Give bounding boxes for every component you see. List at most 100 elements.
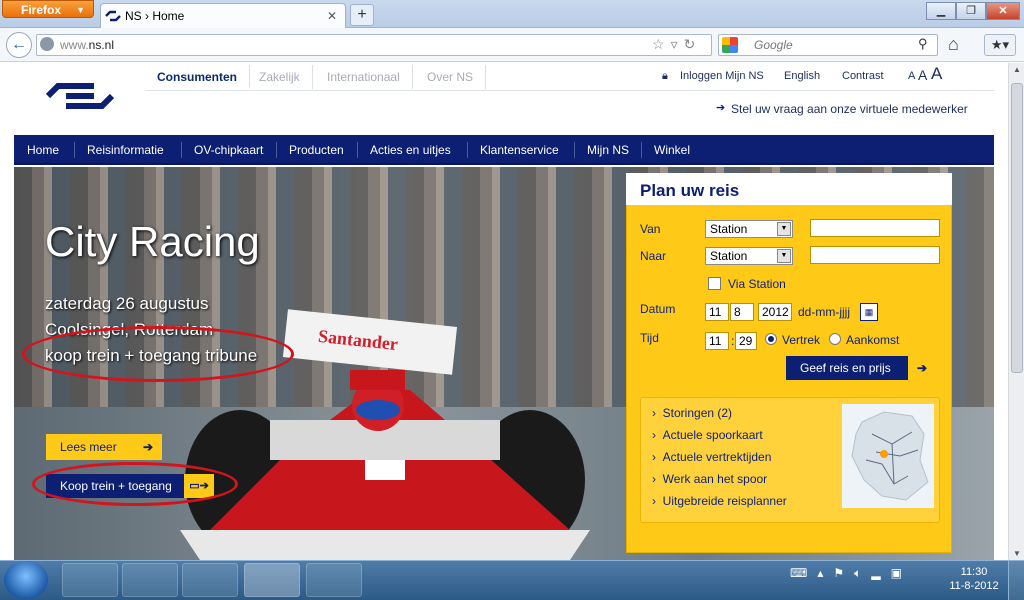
url-text[interactable]: www.ns.nl (60, 38, 114, 52)
to-type-value: Station (710, 249, 748, 263)
from-station-input[interactable] (810, 219, 940, 237)
link-vertrektijden[interactable]: › Actuele vertrektijden (652, 450, 771, 464)
depart-radio[interactable] (765, 333, 777, 345)
assistant-link[interactable]: Stel uw vraag aan onze virtuele medewerk… (731, 102, 968, 116)
search-placeholder: Google (754, 38, 793, 52)
search-icon[interactable]: ⚲ (918, 36, 928, 52)
tab-zakelijk[interactable]: Zakelijk (247, 65, 313, 89)
star-icon[interactable]: ☆ (652, 36, 671, 52)
arrive-radio[interactable] (829, 333, 841, 345)
close-window-button[interactable]: ✕ (986, 2, 1020, 20)
tab-internationaal[interactable]: Internationaal (315, 65, 413, 89)
nav-winkel[interactable]: Winkel (654, 143, 690, 157)
hour-input[interactable]: 11 (705, 332, 729, 350)
chevron-right-icon: › (652, 406, 663, 420)
from-type-value: Station (710, 222, 748, 236)
to-type-select[interactable]: Station ▼ (705, 247, 793, 265)
taskbar-clock[interactable]: 11:30 11-8-2012 (944, 565, 1004, 593)
reload-icon[interactable]: ↻ (684, 36, 702, 52)
login-link[interactable]: Inloggen Mijn NS (680, 70, 764, 82)
search-input[interactable] (718, 34, 938, 56)
planner-title: Plan uw reis (640, 181, 740, 200)
font-size-small[interactable]: A (908, 70, 915, 82)
volume-icon[interactable]: 🔈︎ (854, 566, 871, 580)
nav-home[interactable]: Home (27, 143, 59, 157)
chevron-right-icon: › (652, 472, 663, 486)
firefox-menu-label: Firefox (21, 3, 62, 17)
contrast-link[interactable]: Contrast (842, 70, 884, 82)
keyboard-icon[interactable]: ⌨ (790, 566, 817, 580)
nav-acties-en-uitjes[interactable]: Acties en uitjes (370, 143, 451, 157)
minute-input[interactable]: 29 (735, 332, 757, 350)
tab-divider (145, 90, 995, 91)
chevron-up-icon[interactable]: ▴ (817, 566, 833, 580)
chevron-down-icon: ▼ (76, 5, 85, 15)
plan-journey-button[interactable]: Geef reis en prijs ➔ (786, 356, 936, 380)
paint-taskbar-icon[interactable] (182, 563, 238, 597)
from-type-select[interactable]: Station ▼ (705, 220, 793, 238)
maximize-button[interactable]: ❐ (956, 2, 986, 20)
minimize-button[interactable]: ▁ (926, 2, 956, 20)
read-more-button[interactable]: Lees meer ➔ (46, 434, 162, 460)
firefox-taskbar-icon[interactable] (244, 563, 300, 597)
day-input[interactable]: 11 (705, 303, 729, 321)
font-size-medium[interactable]: A (918, 67, 927, 83)
nav-separator (276, 142, 277, 158)
scroll-up-icon[interactable]: ▲ (1013, 65, 1021, 74)
firefox-menu-button[interactable]: Firefox ▼ (2, 0, 94, 18)
google-icon[interactable] (722, 37, 738, 53)
year-input[interactable]: 2012 (758, 303, 792, 321)
new-tab-button[interactable]: + (350, 4, 374, 26)
security-icon[interactable]: ▣ (891, 566, 912, 580)
nav-reisinformatie[interactable]: Reisinformatie (87, 143, 164, 157)
arrow-right-icon: ➔ (716, 102, 726, 114)
flag-icon[interactable]: ⚑ (833, 566, 854, 580)
nav-producten[interactable]: Producten (289, 143, 344, 157)
hero-date: zaterdag 26 augustus (45, 294, 209, 313)
tab-over-ns[interactable]: Over NS (415, 65, 487, 89)
scrollbar-thumb[interactable] (1011, 83, 1023, 373)
calendar-icon[interactable]: ▦ (860, 303, 878, 321)
tab-consumenten[interactable]: Consumenten (145, 65, 251, 89)
bookmarks-icon[interactable]: ★▾ (984, 34, 1016, 56)
lock-icon: 🔒︎ (662, 70, 668, 82)
url-domain: ns.nl (88, 38, 115, 52)
font-size-large[interactable]: A (931, 64, 942, 84)
monitor-taskbar-icon[interactable] (306, 563, 362, 597)
link-spoorkaart[interactable]: › Actuele spoorkaart (652, 428, 763, 442)
home-icon[interactable]: ⌂ (948, 34, 959, 55)
via-station-checkbox[interactable] (708, 277, 721, 290)
scrollbar[interactable]: ▲ ▼ (1008, 63, 1024, 560)
link-label: Storingen (2) (662, 406, 733, 420)
nav-ov-chipkaart[interactable]: OV-chipkaart (194, 143, 263, 157)
link-storingen[interactable]: › Storingen (2) (652, 406, 732, 420)
nav-mijn-ns[interactable]: Mijn NS (587, 143, 629, 157)
english-link[interactable]: English (784, 70, 820, 82)
clock-time: 11:30 (960, 566, 988, 578)
read-more-label: Lees meer (60, 440, 117, 454)
link-reisplanner[interactable]: › Uitgebreide reisplanner (652, 494, 787, 508)
rail-map-thumbnail[interactable] (842, 404, 934, 508)
media-player-taskbar-icon[interactable] (122, 563, 178, 597)
explorer-taskbar-icon[interactable] (62, 563, 118, 597)
browser-tab[interactable]: NS › Home ✕ (100, 3, 346, 28)
scroll-down-icon[interactable]: ▼ (1013, 549, 1021, 558)
nav-klantenservice[interactable]: Klantenservice (480, 143, 559, 157)
close-tab-icon[interactable]: ✕ (327, 4, 337, 28)
start-button[interactable] (4, 561, 48, 599)
url-bar[interactable] (36, 34, 712, 56)
link-label: Uitgebreide reisplanner (662, 494, 787, 508)
month-input[interactable]: 8 (730, 303, 754, 321)
back-button[interactable]: ← (6, 32, 32, 58)
link-label: Actuele spoorkaart (662, 428, 763, 442)
link-werk-aan-spoor[interactable]: › Werk aan het spoor (652, 472, 767, 486)
nav-separator (357, 142, 358, 158)
ns-logo[interactable] (44, 82, 116, 110)
to-station-input[interactable] (810, 246, 940, 264)
show-desktop-button[interactable] (1008, 561, 1024, 600)
time-label: Tijd (640, 331, 659, 345)
arrive-label: Aankomst (846, 333, 900, 347)
network-icon[interactable]: ▂ (871, 566, 890, 580)
system-tray: ⌨▴⚑🔈︎▂▣ (790, 566, 912, 581)
dropdown-icon[interactable]: ▿ (671, 36, 684, 52)
